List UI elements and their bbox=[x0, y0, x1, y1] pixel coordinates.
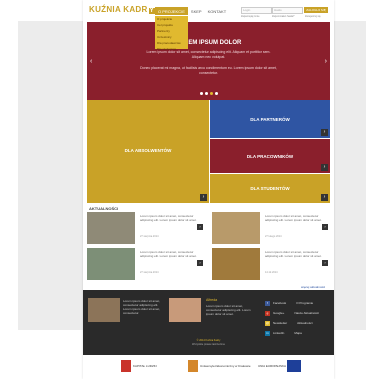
chevron-right-icon[interactable]: › bbox=[325, 58, 327, 65]
hero-text-line: consectetur. bbox=[199, 71, 218, 75]
google-plus-icon[interactable]: g bbox=[265, 310, 270, 316]
eu-flag-icon bbox=[286, 360, 301, 372]
news-date: 27 lutego 2014 bbox=[265, 235, 282, 238]
site-logo[interactable]: KUŹNIA KADR Y bbox=[89, 5, 155, 14]
copyright-line: Wszystkie prawa zastrzeżone bbox=[192, 342, 225, 346]
tile-label: DLA ABSOLWENTÓW bbox=[124, 148, 172, 153]
eu-logo: UNIA EUROPEJSKA bbox=[258, 360, 303, 374]
news-text: Lorem ipsum dolor sit amet, consectetur … bbox=[140, 214, 197, 222]
footer-photo bbox=[169, 298, 201, 322]
tile-partnerow[interactable]: DLA PARTNERÓW › bbox=[210, 100, 330, 138]
main-nav: O PROJEKCIE SKEP KONTAKT bbox=[155, 7, 229, 15]
news-text: Lorem ipsum dolor sit amet, consectetur … bbox=[265, 250, 322, 258]
chevron-right-icon[interactable]: › bbox=[197, 260, 203, 266]
chevron-right-icon[interactable]: › bbox=[322, 260, 328, 266]
news-date: 14.12.2014 bbox=[265, 271, 278, 274]
slider-dot[interactable] bbox=[215, 92, 218, 95]
login-form: Login Hasło ZALOGUJ SIĘ Zapamiętaj mnie … bbox=[241, 7, 329, 19]
logo-text: KUŹNIA KADR bbox=[89, 5, 148, 14]
forgot-password-link[interactable]: Zapomniałeś hasła? bbox=[272, 15, 294, 18]
footer-links: f Facebook O Programie g Google+ Nasze Aktua… bbox=[265, 298, 329, 338]
footer-text: Lorem ipsum dolor sit amet, consectetur … bbox=[206, 304, 251, 316]
newsletter-icon[interactable]: @ bbox=[265, 320, 270, 326]
nav-item-kontakt[interactable]: KONTAKT bbox=[205, 7, 230, 15]
footer-link[interactable]: Newsletter bbox=[273, 321, 287, 325]
chevron-right-icon[interactable]: › bbox=[197, 224, 203, 230]
news-thumbnail[interactable] bbox=[212, 212, 260, 244]
tile-absolwenci[interactable]: DLA ABSOLWENTÓW › bbox=[87, 100, 209, 203]
partner-logos: KAPITAŁ LUDZKI Uniwersytet Ekonomiczny w… bbox=[83, 355, 334, 379]
footer-link[interactable]: Aktualności bbox=[297, 321, 312, 325]
login-button[interactable]: ZALOGUJ SIĘ bbox=[304, 7, 328, 13]
slider-dot-active[interactable] bbox=[210, 92, 213, 95]
footer-link[interactable]: Facebook bbox=[273, 301, 286, 305]
footer-photo bbox=[88, 298, 120, 322]
login-password-input[interactable]: Hasło bbox=[272, 7, 303, 14]
remember-me-checkbox[interactable]: Zapamiętaj mnie bbox=[241, 15, 259, 18]
logo-badge: Y bbox=[148, 8, 155, 14]
hero-slider: LOREM IPSUM DOLOR Lorem ipsum dolor sit … bbox=[87, 22, 330, 100]
footer-link[interactable]: LinkedIn bbox=[273, 331, 284, 335]
news-thumbnail[interactable] bbox=[87, 248, 135, 280]
news-date: 27 sierpnia 2014 bbox=[140, 271, 159, 274]
tile-label: DLA PARTNERÓW bbox=[250, 117, 290, 122]
slider-dots bbox=[200, 92, 218, 95]
nav-item-o-projekcie[interactable]: O PROJEKCIE bbox=[155, 7, 188, 15]
chevron-right-icon[interactable]: › bbox=[322, 224, 328, 230]
chevron-right-icon[interactable]: › bbox=[321, 194, 328, 201]
page: KUŹNIA KADR Y O PROJEKCIE SKEP KONTAKT Lo… bbox=[83, 0, 334, 379]
more-news-link[interactable]: więcej aktualności bbox=[301, 285, 325, 289]
chevron-right-icon[interactable]: › bbox=[200, 194, 207, 201]
header: KUŹNIA KADR Y O PROJEKCIE SKEP KONTAKT Lo… bbox=[83, 0, 334, 22]
news-thumbnail[interactable] bbox=[87, 212, 135, 244]
university-icon bbox=[188, 360, 198, 372]
footer-col-title: Alfreda bbox=[206, 298, 218, 302]
login-username-input[interactable]: Login bbox=[241, 7, 272, 14]
dropdown-item[interactable]: Dla studentów bbox=[155, 46, 188, 52]
nav-dropdown-menu: O projekcie Cel projektu Partnerzy Uczes… bbox=[155, 16, 188, 52]
kapital-ludzki-logo: KAPITAŁ LUDZKI bbox=[121, 360, 157, 374]
hero-text-line: Lorem ipsum dolor sit amet, consectetur … bbox=[146, 50, 271, 54]
news-item[interactable]: Lorem ipsum dolor sit amet, consectetur … bbox=[87, 212, 205, 246]
logo-label: Uniwersytet Ekonomiczny w Krakowie bbox=[200, 363, 251, 368]
tile-pracownikow[interactable]: DLA PRACOWNIKÓW › bbox=[210, 139, 330, 173]
tile-label: DLA STUDENTÓW bbox=[250, 186, 290, 191]
hero-title: LOREM IPSUM DOLOR bbox=[175, 40, 242, 46]
chevron-left-icon[interactable]: ‹ bbox=[90, 58, 92, 65]
news-text: Lorem ipsum dolor sit amet, consectetur … bbox=[265, 214, 322, 222]
tile-studentow[interactable]: DLA STUDENTÓW › bbox=[210, 174, 330, 203]
logo-label: UNIA EUROPEJSKA bbox=[258, 363, 286, 368]
news-item[interactable]: Lorem ipsum dolor sit amet, consectetur … bbox=[87, 248, 205, 282]
hero-text-line: Donec placerat mi magna, ut facilisis ar… bbox=[140, 66, 277, 70]
tile-label: DLA PRACOWNIKÓW bbox=[246, 154, 294, 159]
kapital-ludzki-icon bbox=[121, 360, 131, 372]
news-item[interactable]: Lorem ipsum dolor sit amet, consectetur … bbox=[212, 248, 330, 282]
news-section-title: AKTUALNOŚCI bbox=[89, 206, 119, 211]
linkedin-icon[interactable]: in bbox=[265, 330, 270, 336]
news-thumbnail[interactable] bbox=[212, 248, 260, 280]
university-logo: Uniwersytet Ekonomiczny w Krakowie bbox=[188, 360, 251, 374]
news-text: Lorem ipsum dolor sit amet, consectetur … bbox=[140, 250, 197, 258]
chevron-right-icon[interactable]: › bbox=[321, 164, 328, 171]
footer-link[interactable]: O Programie bbox=[296, 301, 313, 305]
facebook-icon[interactable]: f bbox=[265, 300, 270, 306]
footer-link[interactable]: Mapa bbox=[294, 331, 302, 335]
nav-item-skep[interactable]: SKEP bbox=[188, 7, 205, 15]
footer-text: Lorem ipsum dolor sit amet, consectetur … bbox=[123, 299, 161, 315]
slider-dot[interactable] bbox=[205, 92, 208, 95]
hero-text-line: Aliquam nec volutpat. bbox=[191, 55, 226, 59]
news-item[interactable]: Lorem ipsum dolor sit amet, consectetur … bbox=[212, 212, 330, 246]
chevron-right-icon[interactable]: › bbox=[321, 129, 328, 136]
register-link[interactable]: Zarejestruj się bbox=[305, 15, 321, 18]
footer-link[interactable]: Nasze Aktualności bbox=[294, 311, 319, 315]
news-date: 27 sierpnia 2014 bbox=[140, 235, 159, 238]
copyright: © 2014 Kuźnia Kadry Wszystkie prawa zast… bbox=[153, 339, 264, 346]
logo-label: KAPITAŁ LUDZKI bbox=[133, 363, 157, 368]
slider-dot[interactable] bbox=[200, 92, 203, 95]
footer-link[interactable]: Google+ bbox=[273, 311, 284, 315]
